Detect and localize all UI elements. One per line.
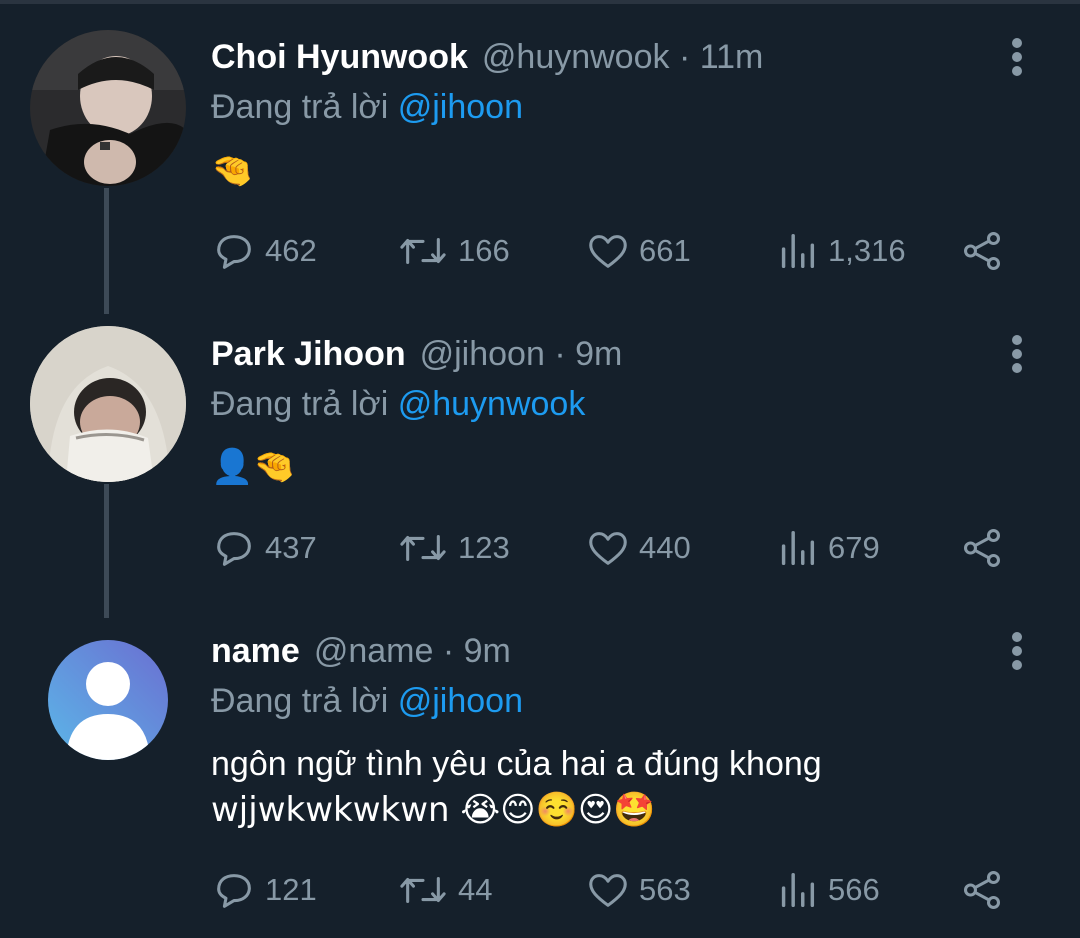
retweet-icon — [400, 534, 446, 562]
share-button[interactable] — [959, 865, 1005, 915]
like-button[interactable]: 440 — [585, 523, 691, 573]
reply-icon — [217, 532, 251, 566]
display-name[interactable]: Park Jihoon — [211, 335, 406, 373]
like-icon — [589, 532, 627, 565]
retweet-button[interactable]: 123 — [396, 523, 510, 573]
tweet[interactable]: Park Jihoon @jihoon · 9m Đang trả lời @hu… — [0, 300, 1080, 600]
reply-icon — [217, 874, 251, 908]
share-button[interactable] — [959, 226, 1005, 276]
default-avatar-icon — [48, 640, 168, 760]
retweet-button[interactable]: 166 — [396, 226, 510, 276]
mention-link[interactable]: @jihoon — [398, 682, 523, 720]
views-button[interactable]: 1,316 — [774, 226, 906, 276]
more-icon[interactable] — [1006, 335, 1028, 379]
views-button[interactable]: 566 — [774, 865, 880, 915]
tweet-header: Park Jihoon @jihoon · 9m — [211, 334, 622, 374]
retweet-count: 123 — [458, 530, 510, 565]
retweet-button[interactable]: 44 — [396, 865, 492, 915]
retweet-icon — [400, 237, 446, 265]
like-button[interactable]: 661 — [585, 226, 691, 276]
tweet[interactable]: Choi Hyunwook @huynwook · 11m Đang trả lờ… — [0, 0, 1080, 300]
retweet-count: 166 — [458, 233, 510, 268]
mention-link[interactable]: @jihoon — [398, 88, 523, 126]
views-icon — [781, 233, 815, 269]
action-bar: 462 166 661 1,316 — [211, 226, 1011, 276]
tweet-text: 👤🤏 — [211, 447, 296, 487]
replying-to: Đang trả lời @jihoon — [211, 681, 523, 721]
display-name[interactable]: name — [211, 632, 300, 670]
reply-count: 121 — [265, 872, 317, 907]
tweet-header: Choi Hyunwook @huynwook · 11m — [211, 37, 763, 77]
views-count: 566 — [828, 872, 880, 907]
display-name[interactable]: Choi Hyunwook — [211, 38, 468, 76]
reply-button[interactable]: 462 — [211, 226, 317, 276]
tweet[interactable]: name @name · 9m Đang trả lời @jihoon ngôn… — [0, 600, 1080, 938]
reply-button[interactable]: 121 — [211, 865, 317, 915]
handle-time[interactable]: @huynwook · 11m — [482, 38, 763, 76]
like-count: 661 — [639, 233, 691, 268]
like-button[interactable]: 563 — [585, 865, 691, 915]
reply-icon — [217, 235, 251, 269]
tweet-text-line: wjjwkwkwkwn 😭😊☺️😍🤩 — [211, 790, 656, 830]
share-button[interactable] — [959, 523, 1005, 573]
avatar-photo — [30, 326, 186, 482]
views-count: 1,316 — [828, 233, 906, 268]
views-icon — [781, 872, 815, 908]
mention-link[interactable]: @huynwook — [398, 385, 586, 423]
retweet-count: 44 — [458, 872, 493, 907]
avatar-photo — [30, 30, 186, 186]
views-button[interactable]: 679 — [774, 523, 880, 573]
share-icon — [963, 529, 1001, 567]
views-icon — [781, 530, 815, 566]
retweet-icon — [400, 876, 446, 904]
like-count: 440 — [639, 530, 691, 565]
reply-count: 437 — [265, 530, 317, 565]
like-icon — [589, 235, 627, 268]
views-count: 679 — [828, 530, 880, 565]
reply-button[interactable]: 437 — [211, 523, 317, 573]
like-icon — [589, 874, 627, 907]
avatar[interactable] — [48, 640, 168, 760]
avatar[interactable] — [30, 30, 186, 186]
replying-to: Đang trả lời @huynwook — [211, 384, 585, 424]
share-icon — [963, 232, 1001, 270]
avatar[interactable] — [30, 326, 186, 482]
like-count: 563 — [639, 872, 691, 907]
handle-time[interactable]: @jihoon · 9m — [420, 335, 623, 373]
more-icon[interactable] — [1006, 632, 1028, 676]
tweet-text: 🤏 — [211, 151, 254, 191]
action-bar: 121 44 563 566 — [211, 865, 1011, 915]
replying-to: Đang trả lời @jihoon — [211, 87, 523, 127]
tweet-header: name @name · 9m — [211, 631, 511, 671]
action-bar: 437 123 440 679 — [211, 523, 1011, 573]
tweet-text-line: ngôn ngữ tình yêu của hai a đúng khong — [211, 745, 822, 783]
share-icon — [963, 871, 1001, 909]
reply-prefix: Đang trả lời — [211, 385, 389, 423]
reply-prefix: Đang trả lời — [211, 682, 389, 720]
reply-prefix: Đang trả lời — [211, 88, 389, 126]
handle-time[interactable]: @name · 9m — [314, 632, 511, 670]
reply-count: 462 — [265, 233, 317, 268]
more-icon[interactable] — [1006, 38, 1028, 82]
